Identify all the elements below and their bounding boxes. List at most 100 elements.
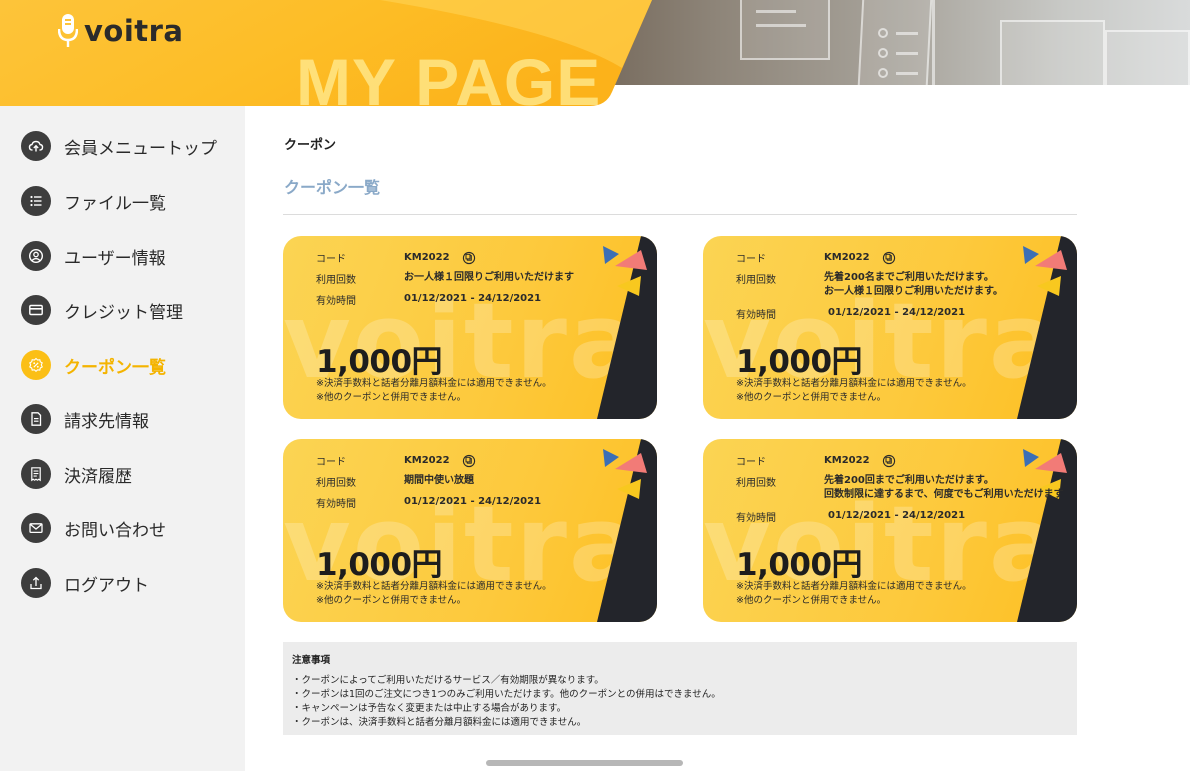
coupon-usage-line: 期間中使い放題 (404, 475, 474, 486)
coupon-usage-row: 利用回数 期間中使い放題 (316, 474, 474, 489)
voitra-logo[interactable]: voitra (58, 14, 184, 48)
coupon-code-row: コード KM2022 (736, 453, 896, 468)
notice-item: ・クーポンは1回のご注文につき1つのみご利用いただけます。他のクーポンとの併用は… (292, 689, 721, 700)
copy-icon[interactable] (882, 454, 896, 468)
sidebar: 会員メニュートップ ファイル一覧 ユーザー情報 クレジット管理 クーポン一覧 請… (0, 106, 245, 771)
confetti-icon (603, 246, 647, 296)
coupon-usage-line: お一人様１回限りご利用いただけます (404, 272, 574, 283)
coupon-usage-label: 利用回数 (316, 275, 356, 286)
coupon-amount: 1,000円 (736, 547, 863, 583)
coupon-card: voitra コード KM2022 利用回数 先着200回までご利用いただけます… (703, 439, 1077, 622)
coupon-code-label: コード (736, 457, 766, 468)
coupon-code-row: コード KM2022 (316, 453, 476, 468)
sidebar-item-logout[interactable]: ログアウト (21, 567, 149, 599)
logo-text: voitra (84, 14, 184, 48)
coupon-usage-row: 利用回数 お一人様１回限りご利用いただけます (316, 271, 574, 286)
notice-item: ・キャンペーンは予告なく変更または中止する場合があります。 (292, 703, 567, 714)
coupon-code-value: KM2022 (824, 454, 870, 466)
coupon-validity-label: 有効時間 (316, 296, 356, 307)
coupon-code-row: コード KM2022 (316, 250, 476, 265)
sidebar-item-label: お問い合わせ (64, 520, 166, 541)
coupon-usage-row: 利用回数 先着200回までご利用いただけます。 回数制限に達するまで、何度でもご… (736, 474, 1064, 502)
coupon-usage-line: 回数制限に達するまで、何度でもご利用いただけます (824, 489, 1064, 500)
coupon-code-label: コード (316, 457, 346, 468)
sidebar-item-credit[interactable]: クレジット管理 (21, 294, 183, 326)
sidebar-item-file-list[interactable]: ファイル一覧 (21, 185, 166, 217)
coupon-amount: 1,000円 (316, 344, 443, 380)
notice-box: 注意事項 ・クーポンによってご利用いただけるサービス／有効期限が異なります。 ・… (283, 642, 1077, 735)
confetti-icon (603, 449, 647, 499)
cloud-upload-icon (21, 131, 51, 161)
coupon-validity-row: 有効時間 01/12/2021 - 24/12/2021 (316, 495, 541, 510)
coupon-validity-label: 有効時間 (316, 499, 356, 510)
copy-icon[interactable] (462, 454, 476, 468)
coupon-validity-value: 01/12/2021 - 24/12/2021 (404, 293, 542, 304)
sidebar-item-coupon-list[interactable]: クーポン一覧 (21, 349, 166, 381)
coupon-validity-value: 01/12/2021 - 24/12/2021 (828, 307, 966, 318)
sidebar-item-label: ログアウト (64, 575, 149, 596)
sidebar-item-payment-history[interactable]: 決済履歴 (21, 458, 132, 490)
coupon-usage-label: 利用回数 (316, 478, 356, 489)
notice-title: 注意事項 (292, 655, 331, 666)
coupon-card: voitra コード KM2022 利用回数 お一人様１回限りご利用いただけます… (283, 236, 657, 419)
sidebar-item-label: 決済履歴 (64, 466, 132, 487)
coupon-validity-label: 有効時間 (736, 513, 776, 524)
header-title: MY PAGE (296, 45, 602, 106)
coupon-usage-line: お一人様１回限りご利用いただけます。 (824, 286, 1003, 297)
sidebar-item-label: 会員メニュートップ (64, 138, 217, 159)
sidebar-item-user-info[interactable]: ユーザー情報 (21, 240, 166, 272)
page-title: クーポン一覧 (284, 178, 381, 197)
coupon-validity-value: 01/12/2021 - 24/12/2021 (828, 510, 966, 521)
sidebar-item-label: クレジット管理 (64, 302, 183, 323)
coupon-code-label: コード (736, 254, 766, 265)
coupon-validity-label: 有効時間 (736, 310, 776, 321)
receipt-icon (21, 459, 51, 489)
coupon-amount: 1,000円 (316, 547, 443, 583)
coupon-validity-row: 有効時間 01/12/2021 - 24/12/2021 (736, 509, 965, 524)
confetti-icon (1023, 246, 1067, 296)
coupon-usage-line: 先着200名までご利用いただけます。 (824, 272, 994, 283)
coupon-usage-label: 利用回数 (736, 478, 776, 489)
coupon-notes: ※決済手数料と話者分離月額料金には適用できません。 ※他のクーポンと併用できませ… (736, 581, 972, 606)
divider (283, 214, 1077, 215)
notice-item: ・クーポンによってご利用いただけるサービス／有効期限が異なります。 (292, 675, 604, 686)
coupon-validity-value: 01/12/2021 - 24/12/2021 (404, 496, 542, 507)
coupon-code-value: KM2022 (404, 251, 450, 263)
notice-item: ・クーポンは、決済手数料と話者分離月額料金には適用できません。 (292, 717, 587, 728)
coupon-badge-icon (21, 350, 51, 380)
sidebar-item-member-top[interactable]: 会員メニュートップ (21, 130, 217, 162)
coupon-card: voitra コード KM2022 利用回数 先着200名までご利用いただけます… (703, 236, 1077, 419)
sidebar-item-label: 請求先情報 (64, 411, 149, 432)
document-icon (21, 404, 51, 434)
list-icon (21, 186, 51, 216)
user-circle-icon (21, 241, 51, 271)
coupon-notes: ※決済手数料と話者分離月額料金には適用できません。 ※他のクーポンと併用できませ… (316, 581, 552, 606)
mail-icon (21, 513, 51, 543)
sidebar-item-contact[interactable]: お問い合わせ (21, 512, 166, 544)
main-content: クーポン クーポン一覧 voitra コード KM2022 利用回数 お一人様１… (245, 106, 1190, 771)
sidebar-item-label: ユーザー情報 (64, 248, 166, 269)
coupon-validity-row: 有効時間 01/12/2021 - 24/12/2021 (736, 306, 965, 321)
horizontal-scrollbar[interactable] (486, 760, 683, 766)
credit-card-icon (21, 295, 51, 325)
coupon-usage-row: 利用回数 先着200名までご利用いただけます。 お一人様１回限りご利用いただけま… (736, 271, 1003, 299)
sidebar-item-billing[interactable]: 請求先情報 (21, 403, 149, 435)
coupon-usage-line: 先着200回までご利用いただけます。 (824, 475, 994, 486)
sidebar-item-label: ファイル一覧 (64, 193, 166, 214)
copy-icon[interactable] (882, 251, 896, 265)
copy-icon[interactable] (462, 251, 476, 265)
coupon-notes: ※決済手数料と話者分離月額料金には適用できません。 ※他のクーポンと併用できませ… (316, 378, 552, 403)
coupon-usage-label: 利用回数 (736, 275, 776, 286)
coupon-card: voitra コード KM2022 利用回数 期間中使い放題 有効時間 01/1… (283, 439, 657, 622)
coupon-code-row: コード KM2022 (736, 250, 896, 265)
coupon-code-label: コード (316, 254, 346, 265)
coupon-code-value: KM2022 (404, 454, 450, 466)
sidebar-item-label: クーポン一覧 (64, 357, 166, 378)
coupon-code-value: KM2022 (824, 251, 870, 263)
header: voitra MY PAGE (0, 0, 1190, 106)
breadcrumb: クーポン (284, 138, 337, 153)
coupon-validity-row: 有効時間 01/12/2021 - 24/12/2021 (316, 292, 541, 307)
coupon-notes: ※決済手数料と話者分離月額料金には適用できません。 ※他のクーポンと併用できませ… (736, 378, 972, 403)
logout-icon (21, 568, 51, 598)
coupon-amount: 1,000円 (736, 344, 863, 380)
